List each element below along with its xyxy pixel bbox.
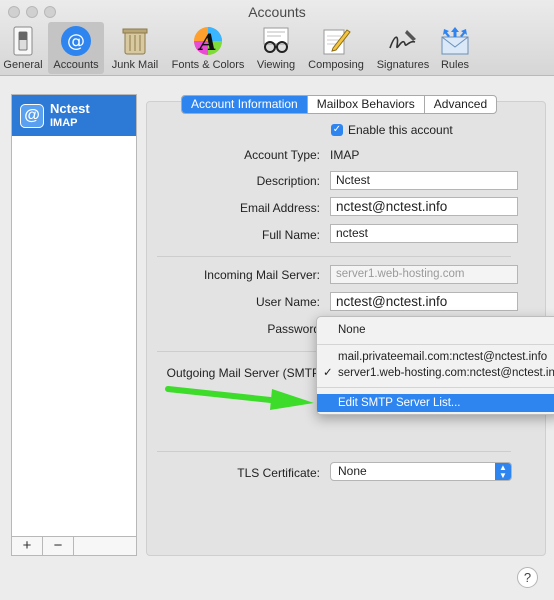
menu-item-web-hosting-label: server1.web-hosting.com:nctest@nctest.in… (338, 367, 554, 379)
list-footer: + − (12, 536, 136, 555)
toolbar-accounts-button[interactable]: @ Accounts (48, 22, 104, 74)
svg-text:@: @ (67, 31, 85, 52)
help-button[interactable]: ? (517, 567, 538, 588)
section-divider (157, 256, 511, 257)
toolbar-signatures-button[interactable]: Signatures (372, 22, 434, 74)
section-divider (157, 451, 511, 452)
toolbar-junk-mail-button[interactable]: Junk Mail (106, 22, 164, 74)
toolbar-general-button[interactable]: General (0, 22, 46, 74)
account-name: Nctest (50, 101, 90, 116)
menu-item-web-hosting[interactable]: ✓ server1.web-hosting.com:nctest@nctest.… (317, 365, 554, 381)
full-name-label: Full Name: (261, 228, 320, 242)
email-address-field[interactable]: nctest@nctest.info (330, 197, 518, 216)
smtp-server-menu: None mail.privateemail.com:nctest@nctest… (316, 316, 554, 415)
account-row-nctest[interactable]: @ Nctest IMAP (12, 95, 136, 136)
menu-separator (317, 387, 554, 388)
toolbar-rules-button[interactable]: Rules (436, 22, 474, 74)
annotation-arrow-icon (165, 386, 314, 410)
tls-certificate-popup[interactable]: None ▲ ▼ (330, 462, 512, 481)
account-at-icon: @ (20, 104, 44, 128)
settings-tabs: Account Information Mailbox Behaviors Ad… (181, 95, 498, 114)
envelope-arrows-icon (439, 25, 471, 57)
enable-account-label: Enable this account (348, 123, 453, 137)
email-address-label: Email Address: (239, 201, 320, 215)
account-type-label: Account Type: (244, 148, 320, 162)
toolbar-fonts-colors-button[interactable]: A Fonts & Colors (166, 22, 250, 74)
signature-pen-icon (387, 25, 419, 57)
tls-certificate-value: None (338, 464, 367, 478)
tab-account-information[interactable]: Account Information (182, 96, 308, 113)
toolbar-composing-button[interactable]: Composing (302, 22, 370, 74)
menu-item-edit-smtp-list[interactable]: Edit SMTP Server List... (317, 394, 554, 412)
description-field[interactable]: Nctest (330, 171, 518, 190)
glasses-icon (260, 25, 292, 57)
tab-mailbox-behaviors[interactable]: Mailbox Behaviors (308, 96, 425, 113)
account-type: IMAP (50, 117, 78, 129)
incoming-mail-server-label: Incoming Mail Server: (203, 268, 320, 282)
fonts-colors-icon: A (192, 25, 224, 57)
incoming-mail-server-field[interactable]: server1.web-hosting.com (330, 265, 518, 284)
general-switch-icon (7, 25, 39, 57)
description-label: Description: (256, 174, 320, 188)
tab-advanced[interactable]: Advanced (425, 96, 496, 113)
svg-text:A: A (197, 30, 216, 56)
window-title: Accounts (248, 4, 306, 20)
tls-certificate-label: TLS Certificate: (237, 466, 320, 480)
full-name-field[interactable]: nctest (330, 224, 518, 243)
chevron-up-down-icon: ▲ ▼ (495, 463, 511, 480)
trash-can-icon (119, 25, 151, 57)
outgoing-mail-server-label: Outgoing Mail Server (SMTP (166, 366, 320, 380)
password-label: Password (267, 322, 320, 336)
user-name-label: User Name: (255, 295, 320, 309)
user-name-field[interactable]: nctest@nctest.info (330, 292, 518, 311)
at-sign-icon: @ (60, 25, 92, 57)
add-account-button[interactable]: + (12, 537, 43, 555)
account-type-value: IMAP (330, 148, 360, 162)
menu-separator (317, 344, 554, 345)
enable-account-checkbox[interactable]: ✓ (331, 124, 343, 136)
checkmark-icon: ✓ (323, 367, 333, 379)
accounts-list: @ Nctest IMAP + − (11, 94, 137, 556)
toolbar: Accounts General @ Accounts Junk Mail A … (0, 0, 554, 76)
toolbar-viewing-button[interactable]: Viewing (252, 22, 300, 74)
pencil-paper-icon (320, 25, 352, 57)
remove-account-button[interactable]: − (43, 537, 74, 555)
menu-item-none[interactable]: None (317, 322, 554, 338)
menu-item-privateemail[interactable]: mail.privateemail.com:nctest@nctest.info (317, 349, 554, 365)
